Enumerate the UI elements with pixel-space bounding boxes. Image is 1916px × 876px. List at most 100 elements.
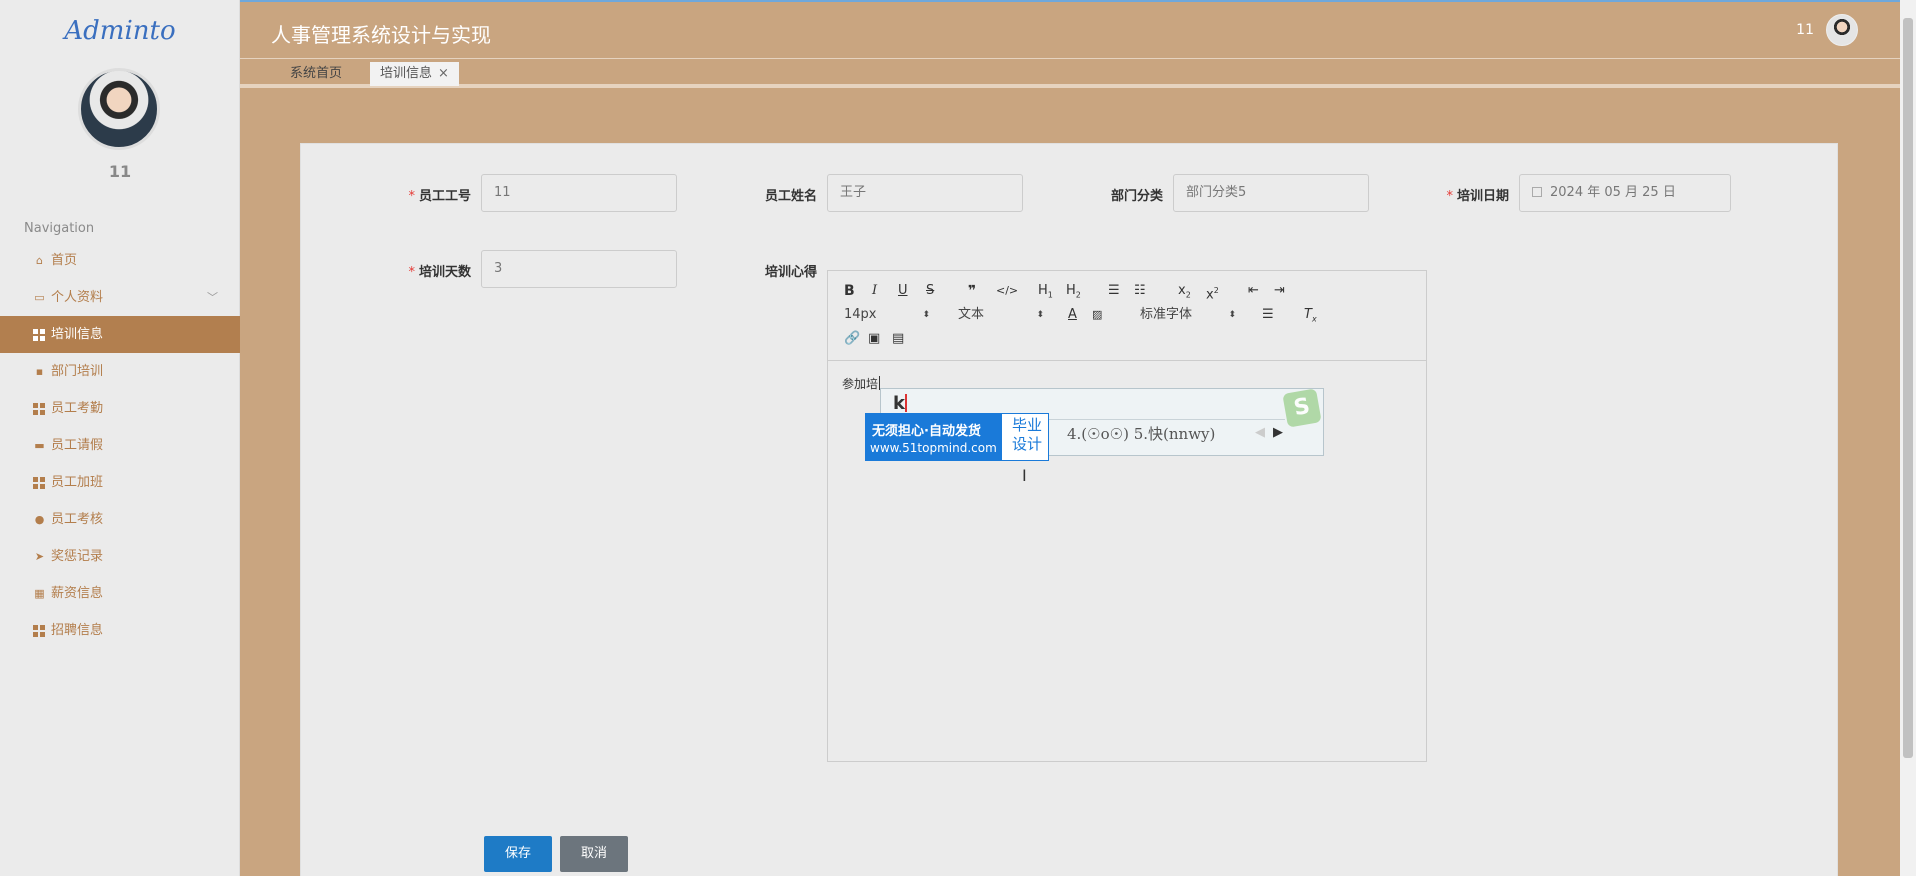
ordered-list-icon[interactable]: ☰ xyxy=(1108,281,1120,301)
ime-next-icon: ▶ xyxy=(1273,425,1283,440)
page-title: 人事管理系统设计与实现 xyxy=(271,23,491,47)
app-logo[interactable]: Adminto xyxy=(0,16,240,46)
scrollbar-thumb[interactable] xyxy=(1903,18,1913,758)
tab-training-info[interactable]: 培训信息 × xyxy=(370,62,459,86)
employee-name-label: 员工姓名 xyxy=(764,189,817,204)
training-days-field[interactable]: 3 xyxy=(481,250,677,288)
employee-id-field[interactable]: 11 xyxy=(481,174,677,212)
image-icon[interactable]: ▣ xyxy=(868,329,880,349)
h1-icon[interactable]: H1 xyxy=(1038,281,1053,301)
cancel-button[interactable]: 取消 xyxy=(560,836,628,872)
sidebar-item-label: 员工考核 xyxy=(51,512,104,527)
ime-candidates[interactable]: 4.(☉o☉) 5.快(nnwy) xyxy=(1067,423,1215,444)
chat-icon: ▪ xyxy=(35,365,44,378)
employee-name-field[interactable]: 王子 xyxy=(827,174,1023,212)
monitor-icon: ▬ xyxy=(34,439,45,452)
ime-page-arrows[interactable]: ◀ ▶ xyxy=(1255,425,1283,440)
close-icon[interactable]: × xyxy=(438,66,449,81)
sidebar-item-overtime[interactable]: 员工加班 xyxy=(0,464,240,501)
sidebar-item-rewards[interactable]: ➤ 奖惩记录 xyxy=(0,538,240,575)
editor-toolbar: B I U S ❞ </> H1 H2 ☰ ☷ x2 x2 ⇤ ⇥ 14px ⬍ … xyxy=(828,271,1426,361)
italic-icon[interactable]: I xyxy=(872,281,877,301)
ime-composition: k xyxy=(893,393,907,414)
ad-text-line2: www.51topmind.com xyxy=(870,441,997,455)
sidebar-item-dept-training[interactable]: ▪ 部门培训 xyxy=(0,353,240,390)
subscript-icon[interactable]: x2 xyxy=(1178,281,1191,301)
user-avatar[interactable] xyxy=(78,68,160,150)
form-card: * 员工工号 11 员工姓名 王子 部门分类 部门分类5 * 培训日期 2024 年… xyxy=(300,143,1838,876)
header-avatar[interactable] xyxy=(1826,14,1858,46)
superscript-icon[interactable]: x2 xyxy=(1206,281,1219,302)
nav-title: Navigation xyxy=(24,221,95,236)
sidebar-nav: ⌂ 首页 ▭ 个人资料 ﹀ 培训信息 ▪ 部门培训 员工考勤 ▬ 员工请假 员工… xyxy=(0,242,240,649)
sidebar-item-label: 员工考勤 xyxy=(51,401,104,416)
grid-icon xyxy=(33,402,45,415)
font-color-icon[interactable]: A xyxy=(1068,305,1077,325)
training-date-field[interactable]: 2024 年 05 月 25 日 xyxy=(1519,174,1731,212)
training-days-label: * 培训天数 xyxy=(408,265,471,280)
sidebar-item-label: 招聘信息 xyxy=(51,623,104,638)
ime-ad-banner[interactable]: 无须担心·自动发货 www.51topmind.com 毕业 设计 xyxy=(865,413,1049,461)
sidebar-item-salary[interactable]: ▦ 薪资信息 xyxy=(0,575,240,612)
header-user-menu[interactable]: 11 xyxy=(1796,14,1858,46)
code-icon[interactable]: </> xyxy=(996,281,1018,301)
sidebar-item-label: 奖惩记录 xyxy=(51,549,104,564)
grid-icon xyxy=(33,328,45,341)
tab-home[interactable]: 系统首页 xyxy=(280,62,352,86)
clear-format-icon[interactable]: Tx xyxy=(1304,305,1317,325)
save-button[interactable]: 保存 xyxy=(484,836,552,872)
sidebar-item-attendance[interactable]: 员工考勤 xyxy=(0,390,240,427)
sidebar-item-label: 员工请假 xyxy=(51,438,104,453)
bullet-list-icon[interactable]: ☷ xyxy=(1134,281,1146,301)
training-notes-label: 培训心得 xyxy=(764,265,817,280)
h2-icon[interactable]: H2 xyxy=(1066,281,1081,301)
link-icon[interactable]: 🔗 xyxy=(844,329,860,349)
sidebar-item-leave[interactable]: ▬ 员工请假 xyxy=(0,427,240,464)
sidebar-item-label: 首页 xyxy=(51,253,78,268)
sidebar-item-label: 薪资信息 xyxy=(51,586,104,601)
home-icon: ⌂ xyxy=(36,254,43,267)
sidebar-item-label: 培训信息 xyxy=(51,327,104,342)
grid-icon xyxy=(33,624,45,637)
sidebar-item-assessment[interactable]: ● 员工考核 xyxy=(0,501,240,538)
sidebar: Adminto 11 Navigation ⌂ 首页 ▭ 个人资料 ﹀ 培训信息… xyxy=(0,0,240,876)
sidebar-item-recruitment[interactable]: 招聘信息 xyxy=(0,612,240,649)
chart-icon: ▦ xyxy=(34,587,45,600)
video-icon[interactable]: ▤ xyxy=(892,329,904,349)
grid-icon xyxy=(33,476,45,489)
top-header: 人事管理系统设计与实现 11 xyxy=(240,2,1900,58)
tab-bar: 系统首页 培训信息 × xyxy=(240,58,1900,88)
rich-text-editor[interactable]: B I U S ❞ </> H1 H2 ☰ ☷ x2 x2 ⇤ ⇥ 14px ⬍ … xyxy=(827,270,1427,762)
department-field[interactable]: 部门分类5 xyxy=(1173,174,1369,212)
font-size-select[interactable]: 14px ⬍ xyxy=(844,305,930,325)
outdent-icon[interactable]: ⇤ xyxy=(1248,281,1259,301)
strike-icon[interactable]: S xyxy=(926,281,934,301)
align-icon[interactable]: ☰ xyxy=(1262,305,1274,325)
department-label: 部门分类 xyxy=(1110,189,1163,204)
blockquote-icon[interactable]: ❞ xyxy=(968,281,976,301)
ad-text-line1: 无须担心·自动发货 xyxy=(872,424,981,439)
profile-icon: ▭ xyxy=(34,291,45,304)
header-user-name: 11 xyxy=(1796,22,1814,38)
underline-icon[interactable]: U xyxy=(898,281,908,301)
training-date-label: * 培训日期 xyxy=(1446,189,1509,204)
bold-icon[interactable]: B xyxy=(844,281,855,301)
ad-text-right: 毕业 设计 xyxy=(1011,416,1042,453)
text-cursor-icon: I xyxy=(1022,466,1027,485)
sidebar-item-profile[interactable]: ▭ 个人资料 ﹀ xyxy=(0,279,240,316)
background-color-icon[interactable]: ▨ xyxy=(1092,305,1102,325)
font-family-select[interactable]: 标准字体 ⬍ xyxy=(1140,305,1236,325)
tab-label: 培训信息 xyxy=(380,66,433,81)
ime-logo-icon: S xyxy=(1282,388,1322,428)
sidebar-item-label: 个人资料 xyxy=(51,290,104,305)
editor-content[interactable]: 参加培 xyxy=(842,375,881,392)
ime-prev-icon: ◀ xyxy=(1255,425,1265,440)
indent-icon[interactable]: ⇥ xyxy=(1274,281,1285,301)
employee-id-label: * 员工工号 xyxy=(408,189,471,204)
paragraph-select[interactable]: 文本 ⬍ xyxy=(958,305,1044,325)
sidebar-item-label: 员工加班 xyxy=(51,475,104,490)
sidebar-item-home[interactable]: ⌂ 首页 xyxy=(0,242,240,279)
page-scrollbar[interactable] xyxy=(1900,0,1916,876)
sidebar-item-training-info[interactable]: 培训信息 xyxy=(0,316,240,353)
calendar-icon xyxy=(1532,187,1542,197)
